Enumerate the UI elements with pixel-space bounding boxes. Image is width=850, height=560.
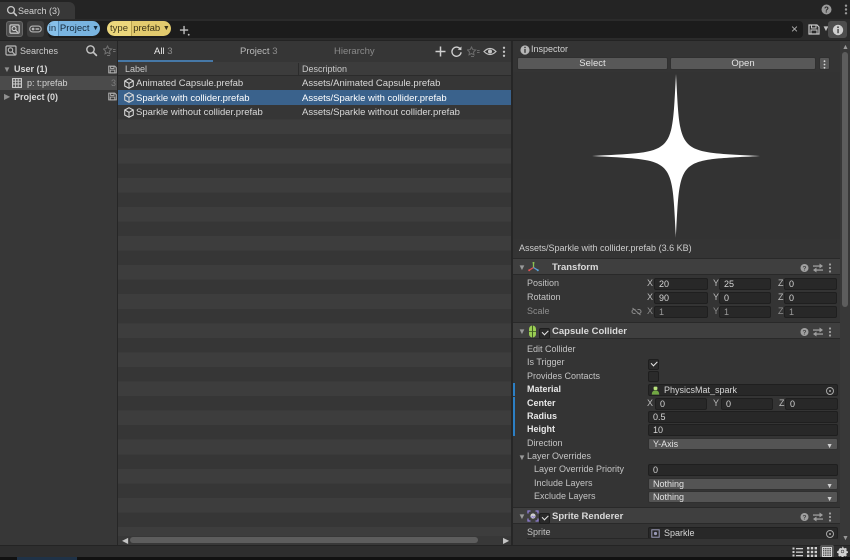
svg-text:?: ? (824, 5, 829, 14)
